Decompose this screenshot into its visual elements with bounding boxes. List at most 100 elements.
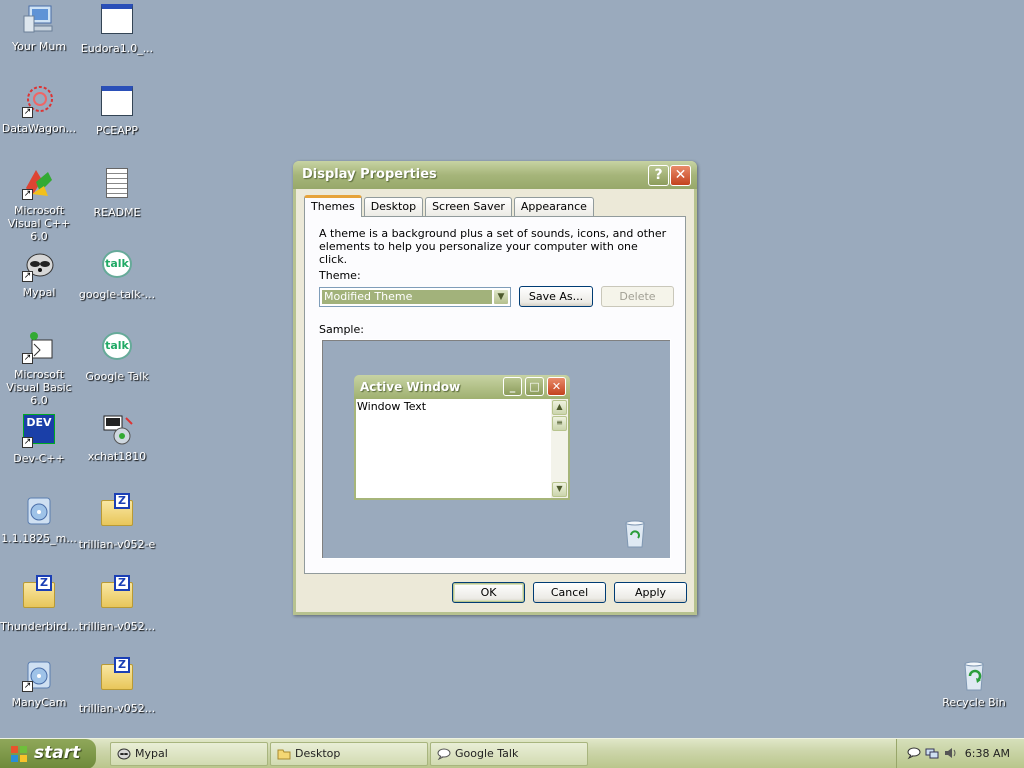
desktop-icon-label: Recycle Bin [942,696,1006,709]
network-icon[interactable] [925,746,939,760]
zip-folder-icon: Z [100,657,134,698]
computer-icon [22,2,56,36]
zip-glyph: Z [36,575,52,591]
desktop-icon-xchat[interactable]: xchat1810 [78,412,156,482]
taskbar-item-google-talk[interactable]: Google Talk [430,742,588,766]
help-button[interactable]: ? [648,165,669,186]
taskbar-item-mypal[interactable]: Mypal [110,742,268,766]
recycle-bin-icon [957,658,991,692]
chevron-down-icon[interactable]: ▼ [493,289,509,305]
system-tray: 6:38 AM [896,739,1024,768]
tab-screen-saver[interactable]: Screen Saver [425,197,512,216]
window-app-icon [100,86,134,120]
theme-select[interactable]: Modified Theme ▼ [319,287,511,307]
desktop-icon-msvc[interactable]: ↗ Microsoft Visual C++ 6.0 [0,166,78,243]
recycle-bin-icon [622,518,648,548]
taskbar-item-label: Mypal [135,747,168,760]
zip-glyph: Z [114,575,130,591]
theme-description: A theme is a background plus a set of so… [319,227,667,266]
desktop-icon-trillian-1[interactable]: Z trillian-v052-e [78,493,156,564]
zip-glyph: Z [114,657,130,673]
chat-bubble-icon[interactable] [907,746,921,760]
desktop-icon-your-mum[interactable]: Your Mum [0,2,78,72]
start-label: start [34,743,81,763]
desktop-icon-eudora[interactable]: Eudora1.0_... [78,2,156,72]
visual-cpp-icon: ↗ [22,166,56,200]
sample-label: Sample: [319,323,364,336]
desktop-icon-label: DataWagon... [1,122,77,135]
desktop-icon-label: 1.1.1825_m... [1,532,77,545]
desktop-icon-1-1-1825[interactable]: 1.1.1825_m... [0,494,78,564]
installer-icon: ↗ [22,658,56,692]
desktop-icon-manycam[interactable]: ↗ ManyCam [0,658,78,728]
desktop-icon-label: Thunderbird... [0,620,78,633]
desktop-icon-label: trillian-v052... [78,702,156,715]
desktop-icon-devcpp[interactable]: DEV ↗ Dev-C++ [0,412,78,482]
dialog-title: Display Properties [302,167,437,182]
desktop-icon-label: PCEAPP [95,124,139,137]
tab-appearance[interactable]: Appearance [513,197,594,216]
desktop-icon-pceapp[interactable]: PCEAPP [78,84,156,154]
taskbar-item-label: Desktop [295,747,341,760]
desktop-icon-google-talk-installer[interactable]: talk google-talk-... [78,248,156,318]
raccoon-icon: ↗ [22,248,56,282]
sample-window-body: Window Text ▲ ≡ ▼ [356,399,568,498]
dev-cpp-icon: DEV ↗ [22,414,56,448]
desktop-icon-label: Dev-C++ [13,452,65,465]
zip-folder-icon: Z [100,575,134,616]
taskbar-item-desktop[interactable]: Desktop [270,742,428,766]
desktop-icon-trillian-3[interactable]: Z trillian-v052... [78,657,156,728]
window-app-icon [100,4,134,38]
clock[interactable]: 6:38 AM [965,747,1010,760]
sample-active-window: Active Window _ □ ✕ Window Text ▲ ≡ ▼ [354,375,570,500]
zip-folder-icon: Z [22,575,56,616]
google-talk-icon: talk [100,332,134,366]
desktop-icon-label: Mypal [22,286,56,299]
close-button[interactable]: ✕ [670,165,691,186]
desktop-icon-label: trillian-v052... [78,620,156,633]
desktop-icon-label: Google Talk [85,370,149,383]
talk-bubble-icon: talk [102,332,132,360]
ok-button[interactable]: OK [452,582,525,603]
sample-window-text: Window Text [357,400,427,413]
start-button[interactable]: start [0,739,96,768]
delete-button[interactable]: Delete [601,286,674,307]
desktop-icon-label: Your Mum [11,40,67,53]
zip-glyph: Z [114,493,130,509]
desktop-icon-label: Microsoft Visual C++ 6.0 [7,204,71,243]
desktop-icon-msvb[interactable]: ↗ Microsoft Visual Basic 6.0 [0,330,78,407]
desktop-icon-datawagon[interactable]: ↗ DataWagon... [0,84,78,154]
windows-flag-icon [11,746,27,762]
scroll-up-icon: ▲ [552,400,567,415]
tab-desktop[interactable]: Desktop [363,197,424,216]
sample-scrollbar: ▲ ≡ ▼ [551,399,568,498]
desktop-icon-thunderbird[interactable]: Z Thunderbird... [0,575,78,646]
volume-icon[interactable] [943,746,957,760]
desktop-icon-recycle-bin[interactable]: Recycle Bin [935,658,1013,728]
datawagon-icon: ↗ [22,84,56,118]
desktop-icon-label: xchat1810 [87,450,147,463]
zip-folder-icon: Z [100,493,134,534]
installer-icon [22,494,56,528]
tab-themes[interactable]: Themes [304,195,362,217]
desktop-icon-readme[interactable]: README [78,166,156,236]
sample-window-titlebar: Active Window _ □ ✕ [354,375,570,399]
talk-bubble-icon: talk [102,250,132,278]
save-as-button[interactable]: Save As... [519,286,593,307]
dialog-titlebar[interactable]: Display Properties ? ✕ [293,161,697,189]
cancel-button[interactable]: Cancel [533,582,606,603]
desktop-icon-label: README [93,206,141,219]
xchat-installer-icon [100,412,134,446]
desktop-icon-mypal[interactable]: ↗ Mypal [0,248,78,318]
raccoon-icon [117,748,131,760]
chat-bubble-icon [437,748,451,760]
desktop-icon-label: Microsoft Visual Basic 6.0 [6,368,72,407]
folder-icon [277,749,291,760]
sample-window-title: Active Window [360,380,461,394]
theme-sample-preview: Active Window _ □ ✕ Window Text ▲ ≡ ▼ [321,339,671,559]
google-talk-icon: talk [100,250,134,284]
desktop-icon-label: trillian-v052-e [78,538,156,551]
desktop-icon-trillian-2[interactable]: Z trillian-v052... [78,575,156,646]
desktop-icon-google-talk[interactable]: talk Google Talk [78,330,156,400]
apply-button[interactable]: Apply [614,582,687,603]
